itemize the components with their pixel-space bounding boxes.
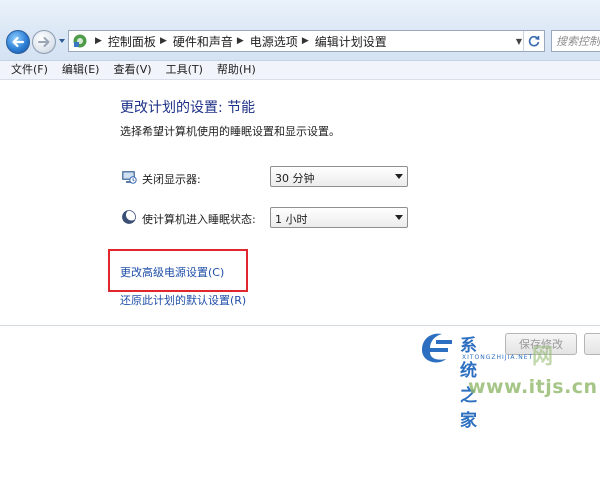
menu-file[interactable]: 文件(F) bbox=[4, 61, 55, 79]
control-panel-icon bbox=[73, 34, 87, 48]
display-off-icon bbox=[122, 171, 137, 184]
sleep-moon-icon bbox=[122, 209, 137, 224]
forward-arrow-icon bbox=[38, 37, 50, 47]
watermark-url: www.itjs.cn bbox=[468, 376, 598, 398]
breadcrumb-hardware-sound[interactable]: 硬件和声音 bbox=[173, 33, 233, 50]
menu-tools[interactable]: 工具(T) bbox=[159, 61, 210, 79]
site-logo-icon bbox=[422, 333, 452, 363]
breadcrumb-power-options[interactable]: 电源选项 bbox=[250, 33, 298, 50]
display-off-select[interactable]: 30 分钟 bbox=[270, 166, 408, 187]
refresh-icon bbox=[528, 35, 540, 47]
menu-view[interactable]: 查看(V) bbox=[106, 61, 158, 79]
watermark-stamp: 网 bbox=[532, 344, 553, 368]
menu-help[interactable]: 帮助(H) bbox=[210, 61, 263, 79]
sleep-select[interactable]: 1 小时 bbox=[270, 207, 408, 228]
watermark-subtitle: XITONGZHIJIA.NET bbox=[462, 354, 534, 361]
address-history-dropdown-icon[interactable]: ▼ bbox=[516, 37, 522, 46]
forward-button[interactable] bbox=[32, 30, 56, 54]
chevron-down-icon bbox=[395, 174, 403, 179]
page-title: 更改计划的设置: 节能 bbox=[120, 100, 256, 116]
back-arrow-icon bbox=[12, 36, 25, 48]
main-content: 更改计划的设置: 节能 选择希望计算机使用的睡眠设置和显示设置。 关闭显示器: … bbox=[0, 81, 600, 491]
address-field[interactable]: ▶ 控制面板 ▶ 硬件和声音 ▶ 电源选项 ▶ 编辑计划设置 ▼ bbox=[68, 30, 545, 52]
chevron-down-icon bbox=[395, 215, 403, 220]
recent-pages-dropdown-icon[interactable] bbox=[58, 37, 66, 45]
breadcrumb-separator-icon[interactable]: ▶ bbox=[160, 36, 167, 46]
restore-defaults-link[interactable]: 还原此计划的默认设置(R) bbox=[120, 292, 246, 308]
advanced-power-settings-link[interactable]: 更改高级电源设置(C) bbox=[120, 264, 224, 280]
breadcrumb: ▶ 控制面板 ▶ 硬件和声音 ▶ 电源选项 ▶ 编辑计划设置 bbox=[91, 31, 387, 51]
display-off-label: 关闭显示器: bbox=[142, 173, 201, 186]
navigation-bar: ▶ 控制面板 ▶ 硬件和声音 ▶ 电源选项 ▶ 编辑计划设置 ▼ bbox=[0, 0, 600, 60]
search-input[interactable] bbox=[556, 32, 600, 50]
breadcrumb-separator-icon[interactable]: ▶ bbox=[302, 36, 309, 46]
sleep-value: 1 小时 bbox=[275, 213, 308, 226]
menu-bar: 文件(F) 编辑(E) 查看(V) 工具(T) 帮助(H) bbox=[0, 60, 600, 80]
breadcrumb-separator-icon[interactable]: ▶ bbox=[95, 36, 102, 46]
breadcrumb-edit-plan[interactable]: 编辑计划设置 bbox=[315, 33, 387, 50]
search-box[interactable] bbox=[551, 30, 600, 52]
back-button[interactable] bbox=[6, 30, 30, 54]
page-description: 选择希望计算机使用的睡眠设置和显示设置。 bbox=[120, 125, 340, 138]
divider bbox=[0, 325, 600, 326]
menu-edit[interactable]: 编辑(E) bbox=[55, 61, 107, 79]
sleep-label: 使计算机进入睡眠状态: bbox=[142, 213, 256, 226]
refresh-button[interactable] bbox=[523, 31, 544, 51]
breadcrumb-control-panel[interactable]: 控制面板 bbox=[108, 33, 156, 50]
breadcrumb-separator-icon[interactable]: ▶ bbox=[237, 36, 244, 46]
cancel-button[interactable] bbox=[584, 333, 600, 355]
display-off-value: 30 分钟 bbox=[275, 172, 315, 185]
